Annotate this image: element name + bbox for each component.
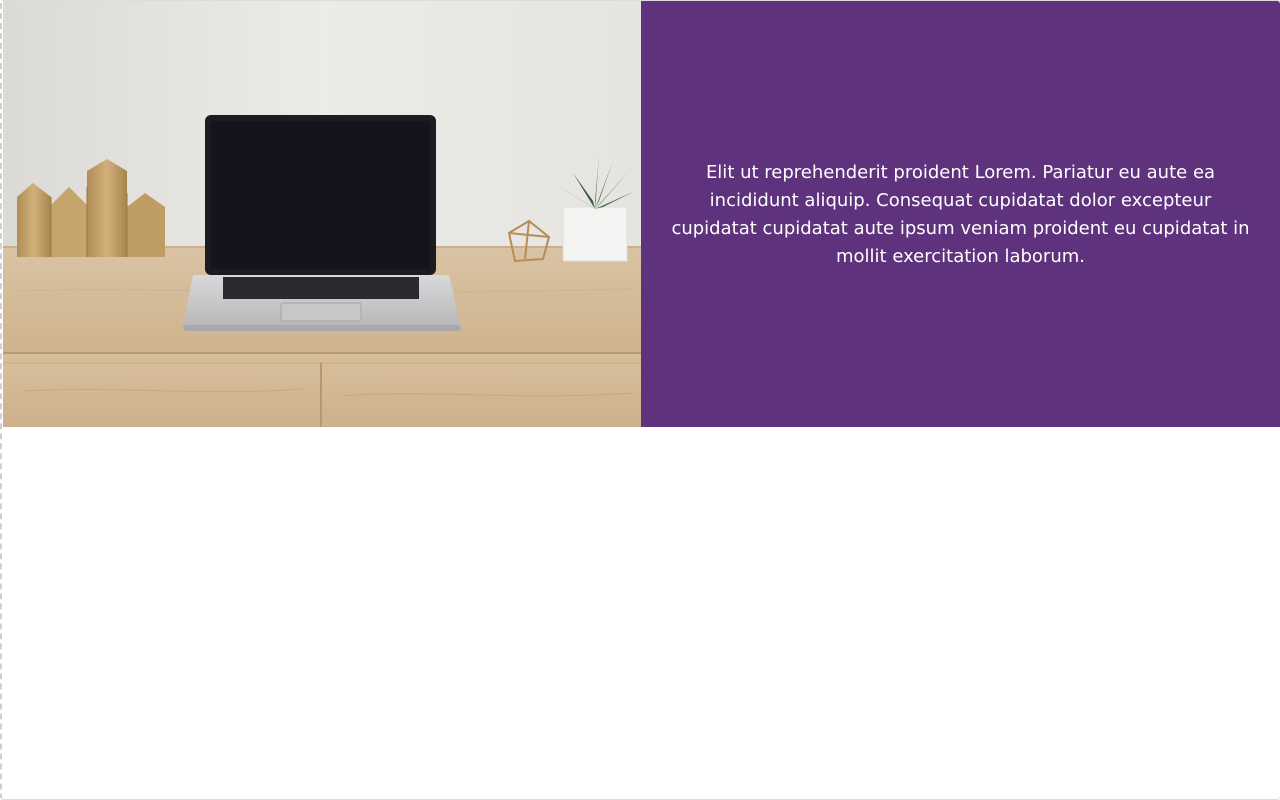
- hero-text-panel: Elit ut reprehenderit proident Lorem. Pa…: [641, 1, 1280, 427]
- laptop-icon: [183, 115, 461, 331]
- page-frame: Elit ut reprehenderit proident Lorem. Pa…: [0, 0, 1280, 800]
- hero-section: Elit ut reprehenderit proident Lorem. Pa…: [3, 1, 1280, 427]
- content-area: [2, 427, 1280, 799]
- hero-paragraph: Elit ut reprehenderit proident Lorem. Pa…: [671, 162, 1250, 267]
- hero-image: [3, 1, 641, 427]
